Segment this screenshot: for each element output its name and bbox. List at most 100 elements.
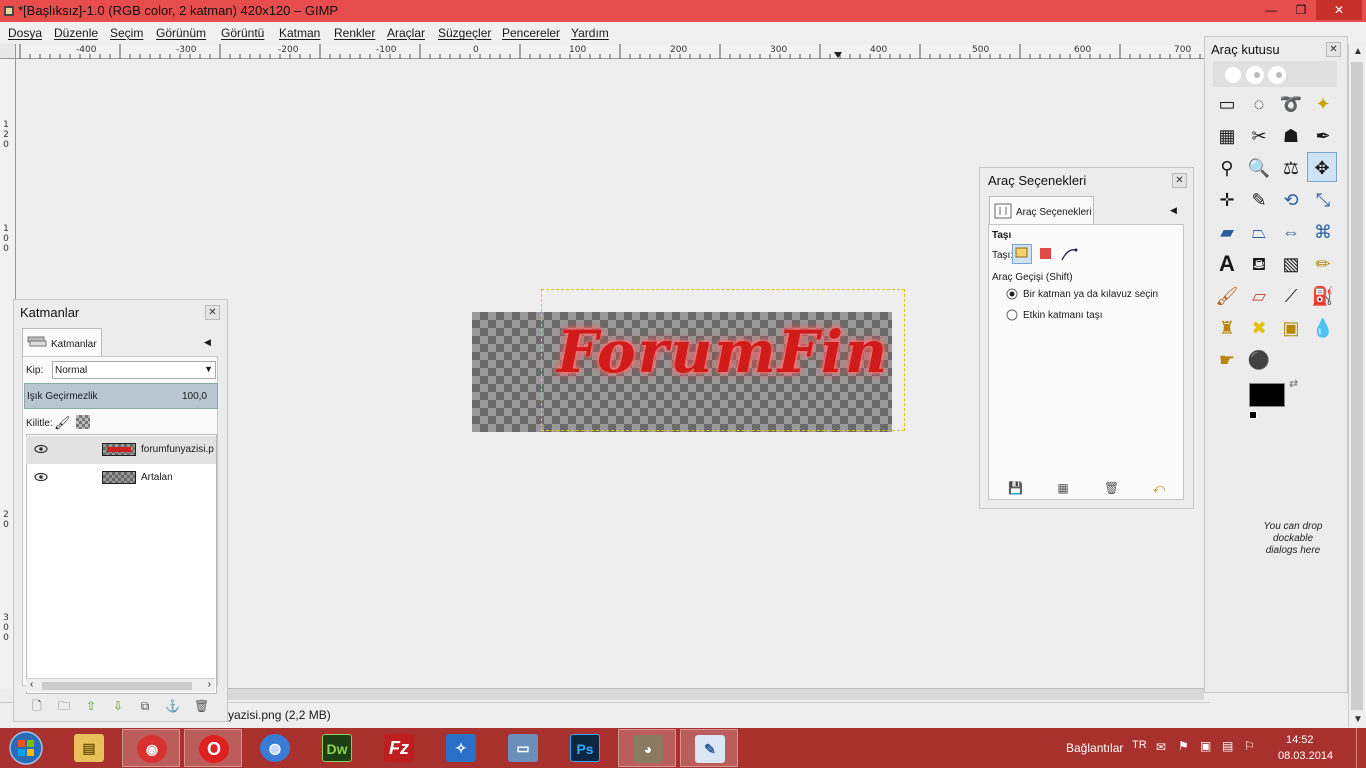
pencil-icon[interactable]: ✏ <box>1308 249 1338 279</box>
wilber-drop-area[interactable] <box>1213 61 1337 87</box>
device-icon[interactable]: ▣ <box>1200 739 1211 753</box>
restore-options-icon[interactable]: ▦ <box>1056 481 1070 495</box>
menu-gorunum[interactable]: Görünüm <box>156 26 206 40</box>
menu-araclar[interactable]: Araçlar <box>387 26 425 40</box>
taskbar-filezilla[interactable]: Fz <box>370 729 428 767</box>
taskbar-internet[interactable]: ◍ <box>246 729 304 767</box>
clock-date[interactable]: 08.03.2014 <box>1278 750 1333 762</box>
rotate-icon[interactable]: ⟲ <box>1276 185 1306 215</box>
foreground-select-icon[interactable]: ☗ <box>1276 121 1306 151</box>
layer-row[interactable]: Artalan <box>26 464 216 492</box>
eye-icon[interactable] <box>34 444 48 454</box>
measure-icon[interactable]: ⚖ <box>1276 153 1306 183</box>
tab-layers[interactable]: Katmanlar <box>22 328 102 356</box>
menu-goruntu[interactable]: Görüntü <box>221 26 264 40</box>
new-layer-icon[interactable]: 🗋 <box>30 699 44 713</box>
color-picker-icon[interactable]: ⚲ <box>1212 153 1242 183</box>
rect-select-icon[interactable]: ▭ <box>1212 89 1242 119</box>
radio-pick-layer[interactable] <box>1006 288 1018 300</box>
text-icon[interactable]: A <box>1212 249 1242 279</box>
ink-icon[interactable]: ⛽ <box>1308 281 1338 311</box>
menu-renkler[interactable]: Renkler <box>334 26 375 40</box>
scroll-left-icon[interactable]: ‹ <box>30 679 33 690</box>
vertical-scrollbar[interactable]: ▲ ▼ <box>1348 44 1366 727</box>
taskbar-computer[interactable]: ▭ <box>494 729 552 767</box>
color-select-icon[interactable]: ▦ <box>1212 121 1242 151</box>
move-icon[interactable]: ✥ <box>1307 152 1337 182</box>
menu-yardim[interactable]: Yardım <box>571 26 609 40</box>
move-layer-toggle[interactable] <box>1012 244 1032 264</box>
scroll-up-icon[interactable]: ▲ <box>1353 46 1363 57</box>
perspective-icon[interactable]: ⏢ <box>1244 217 1274 247</box>
minimize-button[interactable]: — <box>1256 0 1286 20</box>
shear-icon[interactable]: ▰ <box>1212 217 1242 247</box>
scroll-down-icon[interactable]: ▼ <box>1353 714 1363 725</box>
language-indicator[interactable]: TR <box>1132 739 1147 751</box>
fuzzy-select-icon[interactable]: ✦ <box>1308 89 1338 119</box>
horizontal-ruler[interactable]: -400 -300 -200 -100 0 100 200 300 400 50… <box>16 44 1204 59</box>
scroll-thumb[interactable] <box>1351 62 1363 710</box>
panel-close-icon[interactable]: ✕ <box>205 305 220 320</box>
heal-icon[interactable]: ✖ <box>1244 313 1274 343</box>
scissors-select-icon[interactable]: ✂ <box>1244 121 1274 151</box>
ruler-corner[interactable] <box>0 44 16 59</box>
anchor-layer-icon[interactable]: ⚓ <box>165 699 180 713</box>
tray-label[interactable]: Bağlantılar <box>1066 741 1123 755</box>
tab-tool-options[interactable]: Araç Seçenekleri <box>989 196 1094 224</box>
show-desktop-button[interactable] <box>1356 728 1366 768</box>
airbrush-icon[interactable]: ⟋ <box>1276 281 1306 311</box>
blur-icon[interactable]: 💧 <box>1308 313 1338 343</box>
scroll-thumb[interactable] <box>42 682 192 690</box>
scroll-right-icon[interactable]: › <box>208 679 211 690</box>
pdf-icon[interactable]: ⚑ <box>1178 739 1189 753</box>
panel-close-icon[interactable]: ✕ <box>1172 173 1187 188</box>
reset-options-icon[interactable]: ⤺ <box>1152 481 1166 495</box>
mode-select[interactable]: Normal ▼ <box>52 361 216 379</box>
lock-paint-icon[interactable]: 🖌 <box>54 415 71 431</box>
panel-close-icon[interactable]: ✕ <box>1326 42 1341 57</box>
maximize-button[interactable]: ❐ <box>1286 0 1316 20</box>
menu-katman[interactable]: Katman <box>279 26 320 40</box>
menu-secim[interactable]: Seçim <box>110 26 143 40</box>
taskbar-browser[interactable]: ◉ <box>122 729 180 767</box>
taskbar-gimp[interactable]: ◕ <box>618 729 676 767</box>
taskbar-opera[interactable]: O <box>184 729 242 767</box>
dodge-burn-icon[interactable]: ⚫ <box>1244 345 1274 375</box>
eraser-icon[interactable]: ▱ <box>1244 281 1274 311</box>
taskbar-photoshop[interactable]: Ps <box>556 729 614 767</box>
layer-row[interactable]: forumfunyazisi.p <box>26 436 216 464</box>
eye-icon[interactable] <box>34 472 48 482</box>
menu-pencereler[interactable]: Pencereler <box>502 26 560 40</box>
flip-icon[interactable]: ⇔ <box>1276 217 1306 247</box>
bucket-fill-icon[interactable]: ⛾ <box>1244 249 1274 279</box>
lock-alpha-icon[interactable] <box>76 415 90 429</box>
scale-icon[interactable]: ⤡ <box>1308 185 1338 215</box>
tab-menu-icon[interactable]: ◀ <box>1170 205 1177 216</box>
cage-transform-icon[interactable]: ⌘ <box>1308 217 1338 247</box>
radio-move-active[interactable] <box>1006 309 1018 321</box>
default-colors-icon[interactable] <box>1249 411 1257 419</box>
clock-time[interactable]: 14:52 <box>1286 734 1314 746</box>
paintbrush-icon[interactable]: 🖌 <box>1212 281 1242 311</box>
move-selection-toggle[interactable] <box>1040 248 1051 259</box>
network-icon[interactable]: ▤ <box>1222 739 1233 753</box>
crop-icon[interactable]: ✎ <box>1244 185 1274 215</box>
delete-options-icon[interactable]: 🗑 <box>1104 481 1119 495</box>
blend-icon[interactable]: ▧ <box>1276 249 1306 279</box>
zoom-icon[interactable]: 🔍 <box>1244 153 1274 183</box>
save-options-icon[interactable]: 💾 <box>1008 481 1023 495</box>
start-button[interactable] <box>6 730 46 766</box>
align-icon[interactable]: ✛ <box>1212 185 1242 215</box>
taskbar-app[interactable]: ✧ <box>432 729 490 767</box>
move-path-icon[interactable] <box>1060 246 1078 262</box>
taskbar-explorer[interactable]: ▤ <box>60 729 118 767</box>
paths-icon[interactable]: ✒ <box>1308 121 1338 151</box>
new-group-icon[interactable]: 🗀 <box>57 699 71 713</box>
duplicate-layer-icon[interactable]: ⧉ <box>138 699 152 713</box>
mail-icon[interactable]: ✉ <box>1156 740 1166 754</box>
flag-icon[interactable]: ⚐ <box>1244 739 1255 753</box>
perspective-clone-icon[interactable]: ▣ <box>1276 313 1306 343</box>
raise-layer-icon[interactable]: ⇧ <box>84 699 98 713</box>
swap-colors-icon[interactable]: ⇄ <box>1289 377 1298 390</box>
smudge-icon[interactable]: ☛ <box>1212 345 1242 375</box>
